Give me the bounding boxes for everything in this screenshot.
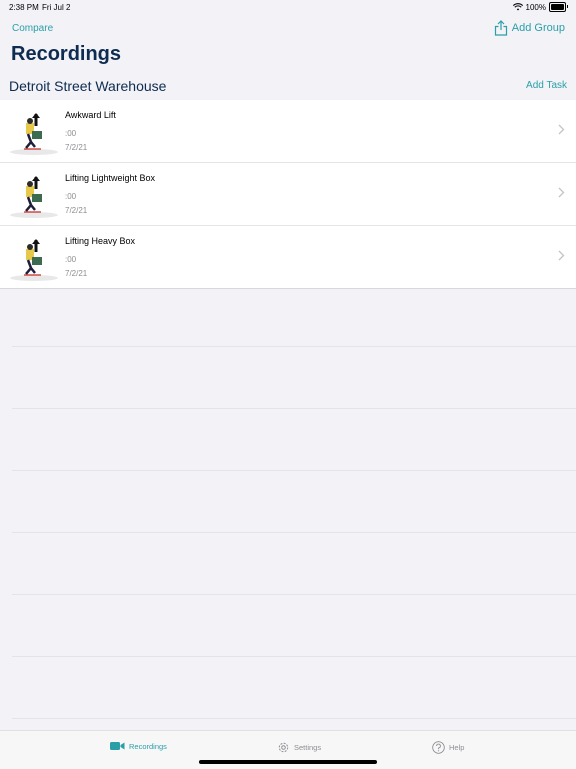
recording-title: Lifting Lightweight Box xyxy=(65,173,156,183)
recording-date: 7/2/21 xyxy=(65,269,88,278)
chevron-right-icon xyxy=(558,250,565,261)
wifi-icon xyxy=(512,3,523,11)
video-camera-icon xyxy=(110,742,125,750)
list-separator xyxy=(12,408,576,409)
question-mark-icon xyxy=(432,741,445,754)
lifting-figure-icon xyxy=(10,239,58,281)
tab-help[interactable]: Help xyxy=(432,741,464,754)
status-bar: 2:38 PM Fri Jul 2 100% xyxy=(0,0,576,14)
add-group-button[interactable]: Add Group xyxy=(512,22,565,34)
tab-settings[interactable]: Settings xyxy=(277,741,321,754)
tab-help-label: Help xyxy=(449,743,465,752)
lifting-figure-icon xyxy=(10,176,58,218)
list-separator xyxy=(12,594,576,595)
list-separator xyxy=(12,470,576,471)
battery-percent: 100% xyxy=(525,2,546,12)
gear-icon xyxy=(278,742,289,753)
recording-duration: :00 xyxy=(65,192,77,201)
list-separator xyxy=(12,532,576,533)
tab-recordings[interactable]: Recordings xyxy=(110,741,167,751)
list-separator xyxy=(12,656,576,657)
chevron-right-icon xyxy=(558,187,565,198)
status-right: 100% xyxy=(512,2,568,12)
share-icon[interactable] xyxy=(494,20,508,36)
add-task-button[interactable]: Add Task xyxy=(526,80,567,91)
recording-title: Awkward Lift xyxy=(65,110,116,120)
recording-row[interactable]: Lifting Lightweight Box :00 7/2/21 xyxy=(0,163,576,226)
status-time: 2:38 PM xyxy=(9,3,39,12)
recording-date: 7/2/21 xyxy=(65,143,88,152)
group-title: Detroit Street Warehouse xyxy=(9,78,167,94)
recording-row[interactable]: Awkward Lift :00 7/2/21 xyxy=(0,100,576,163)
list-separator xyxy=(12,718,576,719)
status-date: Fri Jul 2 xyxy=(42,3,71,12)
list-separator xyxy=(12,346,576,347)
battery-icon xyxy=(549,2,568,12)
tab-settings-label: Settings xyxy=(294,743,322,752)
recording-duration: :00 xyxy=(65,129,77,138)
recording-duration: :00 xyxy=(65,255,77,264)
recordings-list: Awkward Lift :00 7/2/21 Lifting Lightwei… xyxy=(0,100,576,289)
group-header: Detroit Street Warehouse Add Task xyxy=(0,72,576,100)
recording-title: Lifting Heavy Box xyxy=(65,236,136,246)
tab-recordings-label: Recordings xyxy=(129,741,167,751)
page-title: Recordings xyxy=(11,43,122,65)
chevron-right-icon xyxy=(558,124,565,135)
compare-button[interactable]: Compare xyxy=(12,23,53,34)
recording-row[interactable]: Lifting Heavy Box :00 7/2/21 xyxy=(0,226,576,289)
lifting-figure-icon xyxy=(10,113,58,155)
recording-date: 7/2/21 xyxy=(65,206,88,215)
home-indicator xyxy=(199,760,377,764)
